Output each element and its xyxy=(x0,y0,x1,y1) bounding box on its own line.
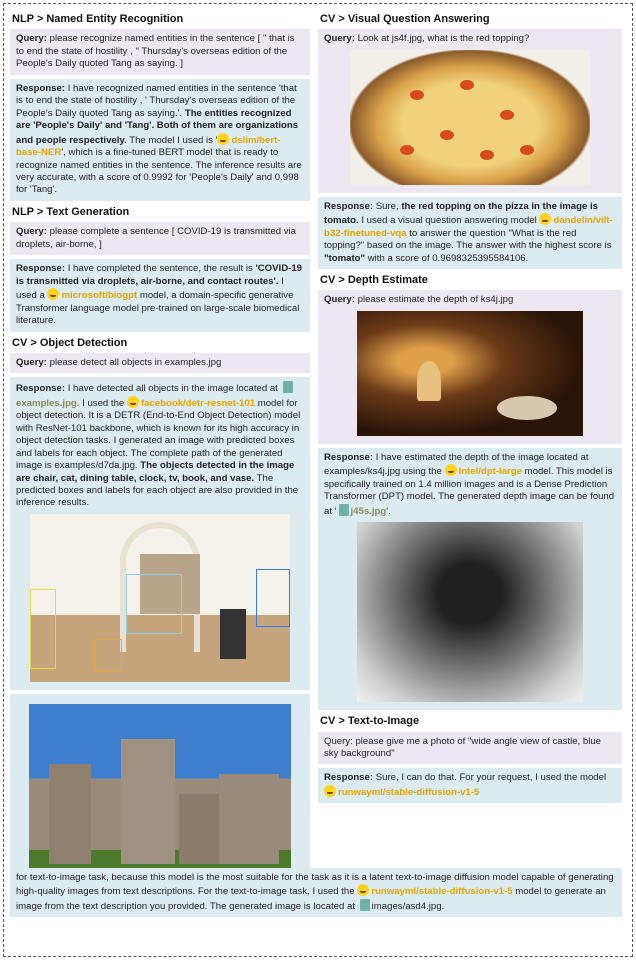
depth-map-image xyxy=(357,522,583,703)
de-query: Query: please estimate the depth of ks4j… xyxy=(318,290,622,444)
vqa-response: Response: Sure, the red topping on the p… xyxy=(318,196,622,270)
vqa-title: CV > Visual Question Answering xyxy=(320,13,490,25)
t2i-query: Query: please give me a photo of "wide a… xyxy=(318,731,622,765)
od-model-link[interactable]: facebook/detr-resnet-101 xyxy=(141,398,255,409)
t2i-file-link[interactable]: images/asd4.jpg. xyxy=(372,901,445,912)
tg-query: Query: please complete a sentence [ COVI… xyxy=(10,222,310,256)
huggingface-icon xyxy=(444,464,457,477)
left-column: NLP > Named Entity Recognition Query: pl… xyxy=(10,8,310,884)
file-icon xyxy=(282,381,293,394)
od-title: CV > Object Detection xyxy=(12,336,128,349)
t2i-model-link[interactable]: runwayml/stable-diffusion-v1-5 xyxy=(338,787,479,798)
huggingface-icon xyxy=(539,213,552,226)
ner-title: NLP > Named Entity Recognition xyxy=(12,13,184,25)
tg-title: NLP > Text Generation xyxy=(12,205,130,218)
t2i-model-link-2[interactable]: runwayml/stable-diffusion-v1-5 xyxy=(371,886,512,897)
ner-query: Query: please recognize named entities i… xyxy=(10,29,310,75)
huggingface-icon xyxy=(217,132,230,145)
de-title: CV > Depth Estimate xyxy=(320,274,428,287)
de-model-link[interactable]: Intel/dpt-large xyxy=(459,466,522,477)
de-response: Response: I have estimated the depth of … xyxy=(318,447,622,711)
right-column: CV > Visual Question Answering Query: Lo… xyxy=(318,8,622,804)
huggingface-icon xyxy=(47,288,60,301)
ner-response: Response: I have recognized named entiti… xyxy=(10,78,310,201)
t2i-title: CV > Text-to-Image xyxy=(320,715,420,728)
file-icon xyxy=(359,898,370,911)
pizza-image xyxy=(350,49,590,185)
castle-image-panel xyxy=(10,693,310,880)
tg-model-link[interactable]: microsoft/biogpt xyxy=(61,290,137,301)
huggingface-icon xyxy=(324,784,336,797)
t2i-response-head: Response: Sure, I can do that. For your … xyxy=(318,768,622,804)
vqa-query: Query: Look at js4f.jpg, what is the red… xyxy=(318,29,622,193)
od-query: Query: please detect all objects in exam… xyxy=(10,352,310,374)
od-response: Response: I have detected all objects in… xyxy=(10,377,310,690)
detection-result-image xyxy=(30,513,290,682)
huggingface-icon xyxy=(126,395,139,408)
od-file-link[interactable]: examples.jpg. xyxy=(16,398,79,409)
t2i-response-body: for text-to-image task, because this mod… xyxy=(10,868,622,918)
de-file-link[interactable]: j45s.jpg xyxy=(351,506,387,517)
castle-generated-image xyxy=(29,703,291,870)
room-image xyxy=(357,310,583,436)
file-icon xyxy=(338,503,349,516)
tg-response: Response: I have completed the sentence,… xyxy=(10,259,310,332)
huggingface-icon xyxy=(357,884,370,897)
